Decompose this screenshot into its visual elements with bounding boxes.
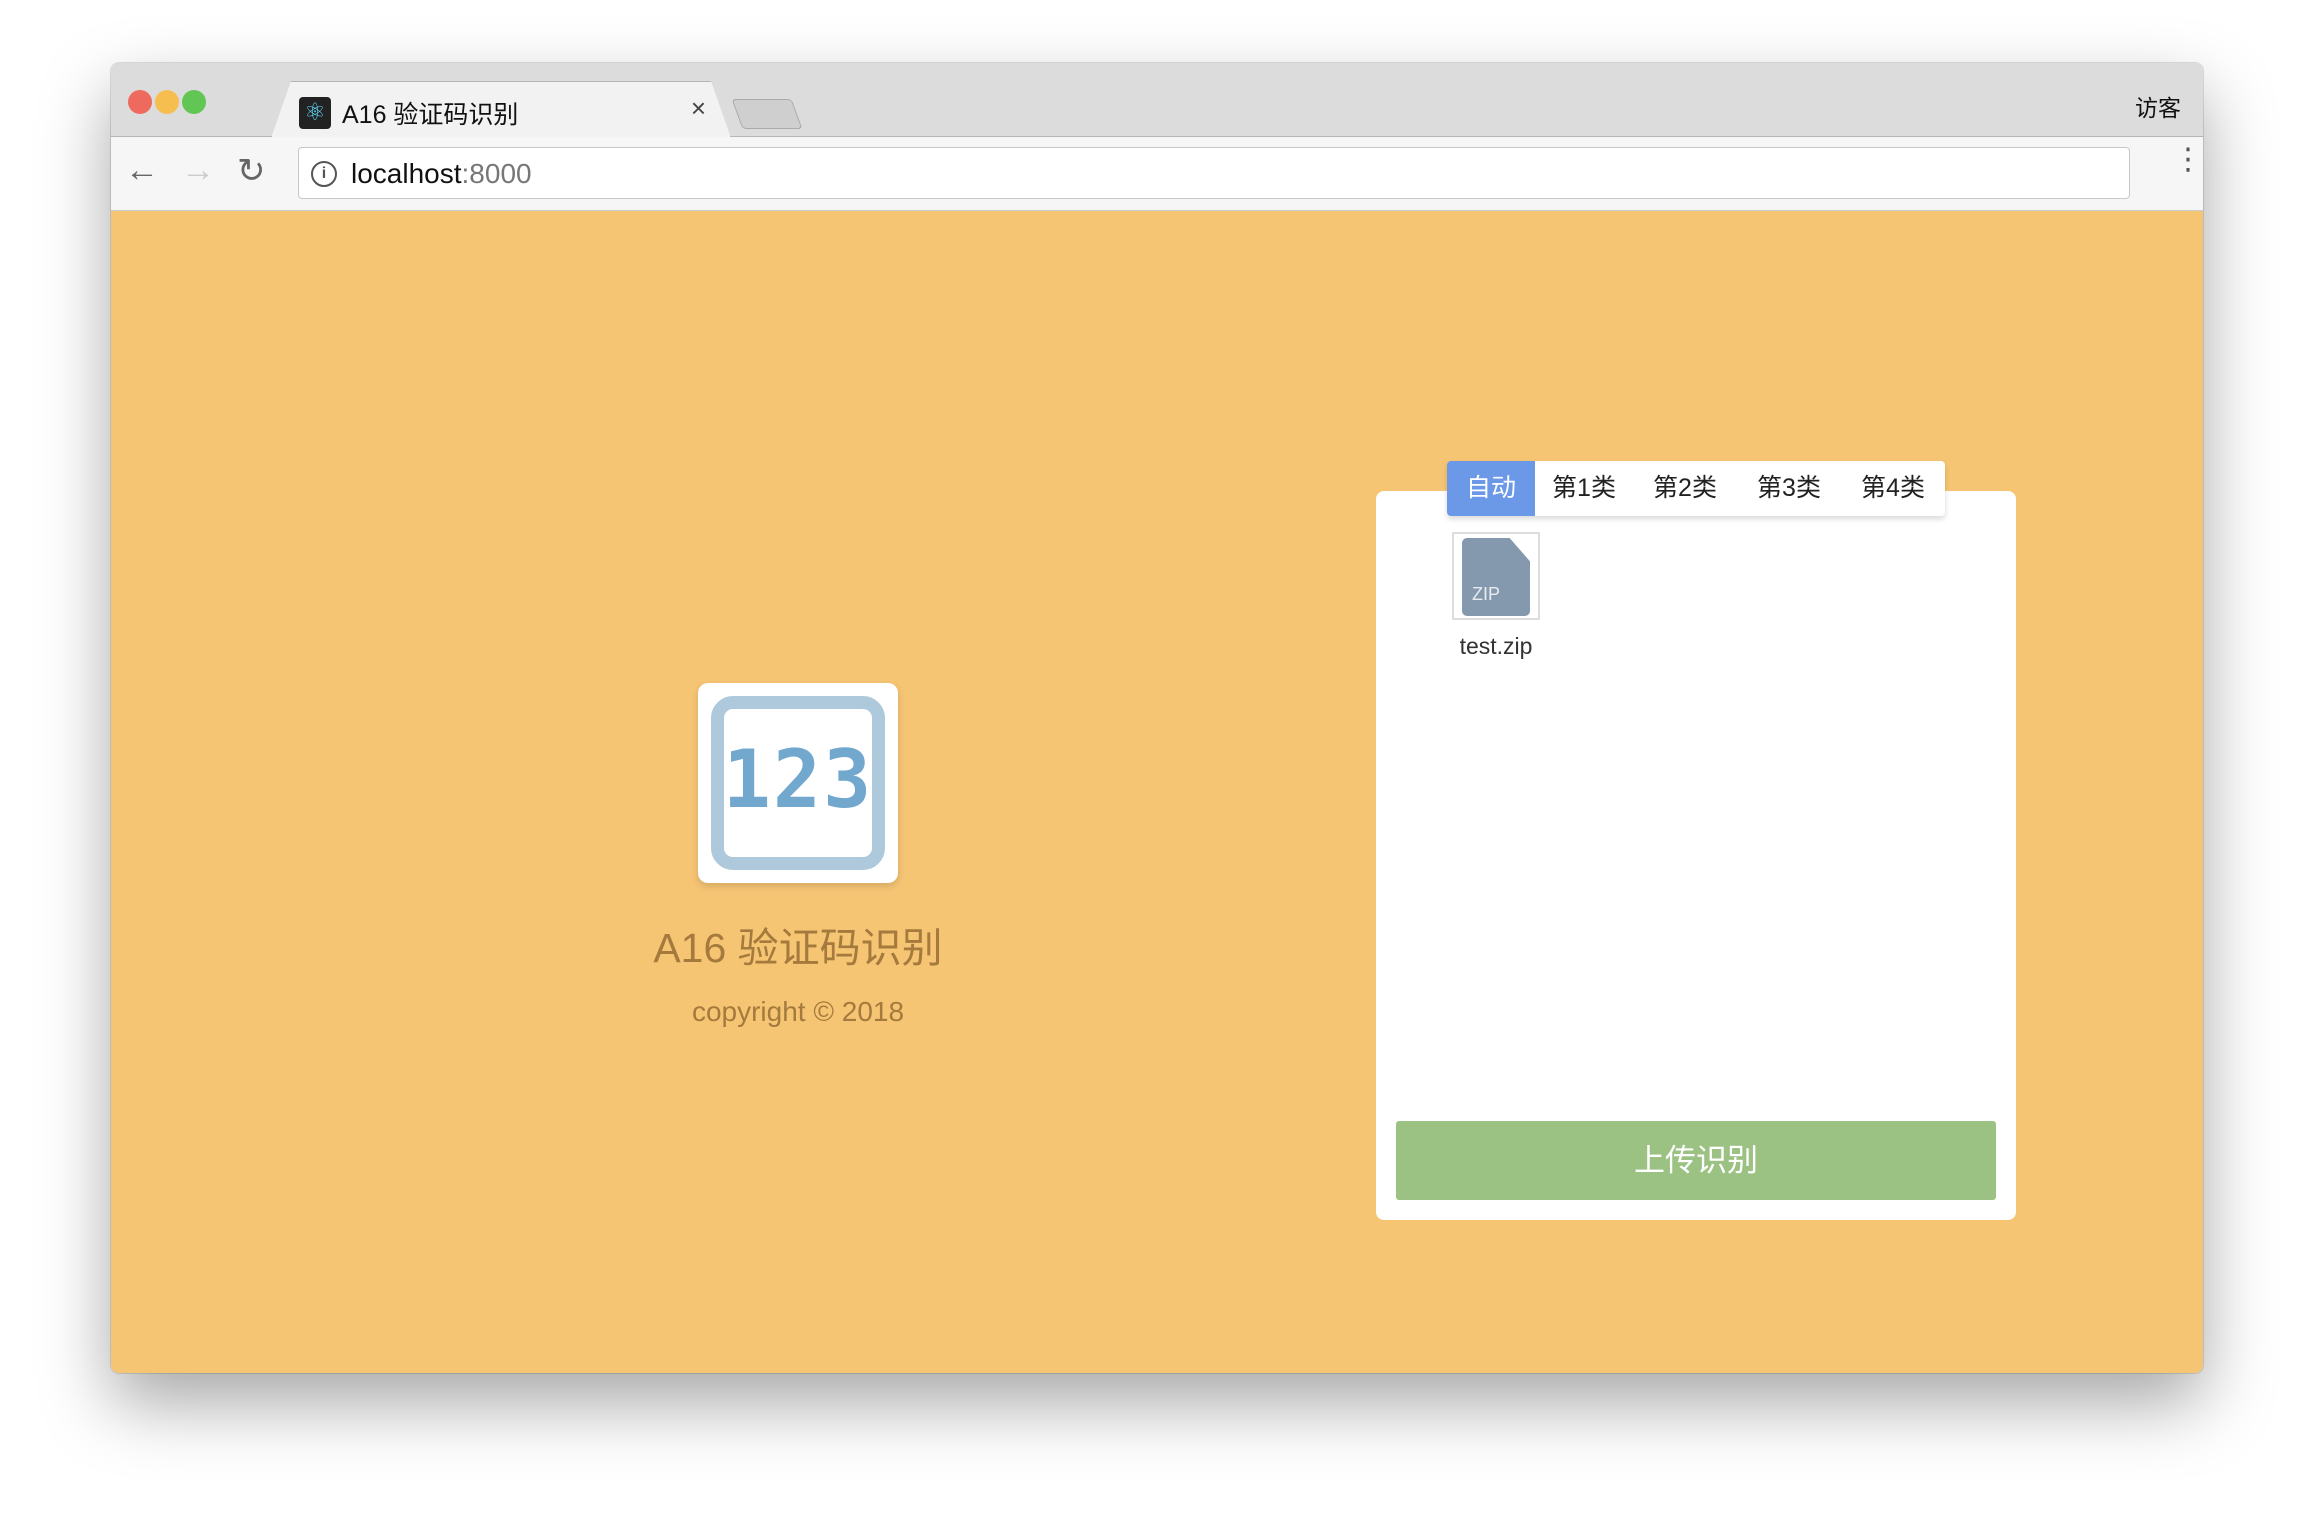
reload-icon[interactable]: ↻ [237,151,266,191]
forward-icon[interactable]: → [181,151,215,190]
address-bar[interactable]: i localhost:8000 [298,147,2130,199]
file-name: test.zip [1459,633,1533,659]
zip-file-icon[interactable]: ZIP [1452,532,1540,620]
maximize-window-button[interactable] [182,90,206,114]
tab-bar: ⚛ A16 验证码识别 × 访客 [111,63,2203,137]
tab-category-4[interactable]: 第4类 [1841,461,1945,516]
react-favicon-icon: ⚛ [299,97,331,129]
page-content: 123 A16 验证码识别 copyright © 2018 自动 第1类 第2… [111,211,2203,1373]
tab-category-3[interactable]: 第3类 [1737,461,1841,516]
url-port: :8000 [461,158,532,189]
app-logo: 123 [698,683,898,883]
tab-auto[interactable]: 自动 [1447,461,1535,516]
logo-number-icon: 123 [722,733,874,826]
tab-category-2[interactable]: 第2类 [1633,461,1737,516]
back-icon[interactable]: ← [125,151,159,190]
category-tabs: 自动 第1类 第2类 第3类 第4类 [1447,461,1945,516]
menu-icon[interactable]: ⋮ [2173,145,2203,175]
url-host: localhost [351,158,462,189]
toolbar: ← → ↻ i localhost:8000 ⋮ [111,137,2203,211]
copyright: copyright © 2018 [691,996,905,1027]
tab-close-icon[interactable]: × [691,93,706,124]
app-title: A16 验证码识别 [653,925,943,971]
new-tab-button[interactable] [731,99,803,129]
zip-type-label: ZIP [1472,584,1501,604]
info-icon[interactable]: i [311,161,337,187]
url-text: localhost:8000 [351,158,532,190]
upload-recognize-button[interactable]: 上传识别 [1396,1121,1996,1200]
tab-category-1[interactable]: 第1类 [1535,461,1633,516]
close-window-button[interactable] [128,90,152,114]
profile-guest[interactable]: 访客 [2135,89,2181,123]
browser-window: ⚛ A16 验证码识别 × 访客 ← → ↻ i localhost:8000 … [111,63,2203,1373]
tab-title: A16 验证码识别 [342,101,519,129]
minimize-window-button[interactable] [155,90,179,114]
